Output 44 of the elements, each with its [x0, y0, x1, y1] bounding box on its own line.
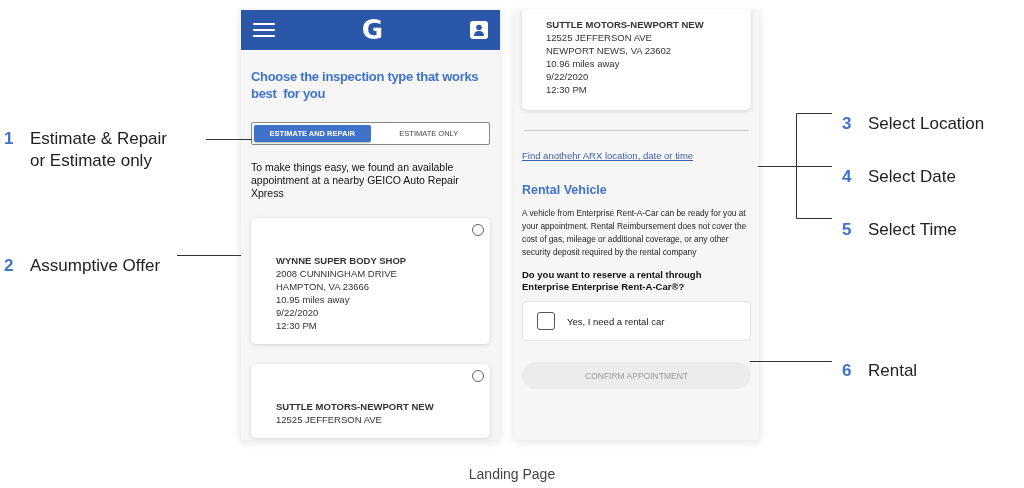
option-label: Yes, I need a rental car [567, 315, 665, 327]
logo: G [361, 17, 384, 43]
offer-detail: 12:30 PM [546, 83, 588, 96]
find-location-link[interactable]: Find anothehr ARX location, date or time [522, 150, 751, 161]
annotation-label: Rental [868, 360, 918, 382]
intro-text: To make things easy, we found an available appointment at a nearby GEICO Auto Repair Xpress [251, 161, 460, 200]
offer-card[interactable]: WYNNE SUPER BODY SHOP 2008 CUNNINGHAM DRIVE HAMPTON, VA 23666 10.95 miles away 9/22/2020 12:30 PM [251, 218, 490, 344]
offer-detail: 12525 JEFFERSON AVE [546, 31, 653, 44]
section-heading: Rental Vehicle [522, 183, 608, 197]
offer-detail: NEWPORT NEWS, VA 23602 [546, 44, 673, 57]
step-number: 2 [4, 255, 15, 277]
profile-icon[interactable] [470, 21, 488, 39]
rental-description: A vehicle from Enterprise Rent-A-Car can be ready for you at your appointment. Rental Reimbursement does not cover the cost of gas, mileage or additional coverage, or any other security deposit required by the rental company [522, 207, 748, 259]
caption: Landing Page [467, 466, 557, 482]
annotation-label: Select Location [868, 113, 985, 135]
step-number: 3 [842, 113, 853, 135]
shop-name: WYNNE SUPER BODY SHOP [276, 254, 408, 267]
annotation-label: Select Time [868, 219, 957, 241]
annotation-label: Estimate & Repair or Estimate only [30, 128, 168, 172]
offer-detail: 9/22/2020 [546, 70, 590, 83]
offer-card[interactable]: SUTTLE MOTORS-NEWPORT NEW 12525 JEFFERSON AVE NEWPORT NEWS, VA 23602 10.96 miles away 9/22/2020 12:30 PM [522, 10, 751, 110]
offer-detail: 12:30 PM [276, 319, 318, 332]
step-number: 6 [842, 360, 853, 382]
step-number: 1 [4, 128, 15, 150]
leader-line [205, 139, 253, 140]
offer-detail: 9/22/2020 [276, 306, 320, 319]
shop-name: SUTTLE MOTORS-NEWPORT NEW [276, 400, 435, 413]
shop-name: SUTTLE MOTORS-NEWPORT NEW [546, 18, 705, 31]
offer-card[interactable]: SUTTLE MOTORS-NEWPORT NEW 12525 JEFFERSON AVE [251, 364, 490, 438]
page-title: Choose the inspection type that works best for you [251, 68, 480, 102]
menu-icon[interactable] [253, 23, 275, 37]
offer-detail: 10.95 miles away [276, 293, 351, 306]
rental-option[interactable]: Yes, I need a rental car [522, 301, 751, 341]
leader-line [176, 255, 242, 256]
annotation-label: Assumptive Offer [30, 255, 162, 277]
step-number: 4 [842, 166, 853, 188]
rental-question: Do you want to reserve a rental through Enterprise Enterprise Rent-A-Car®? [522, 269, 703, 293]
annotation-label: Select Date [868, 166, 956, 188]
step-number: 5 [842, 219, 853, 241]
checkbox[interactable] [537, 312, 555, 330]
offer-detail: 12525 JEFFERSON AVE [276, 413, 383, 426]
offer-detail: 2008 CUNNINGHAM DRIVE [276, 267, 398, 280]
offer-detail: HAMPTON, VA 23666 [276, 280, 371, 293]
offer-detail: 10.96 miles away [546, 57, 621, 70]
